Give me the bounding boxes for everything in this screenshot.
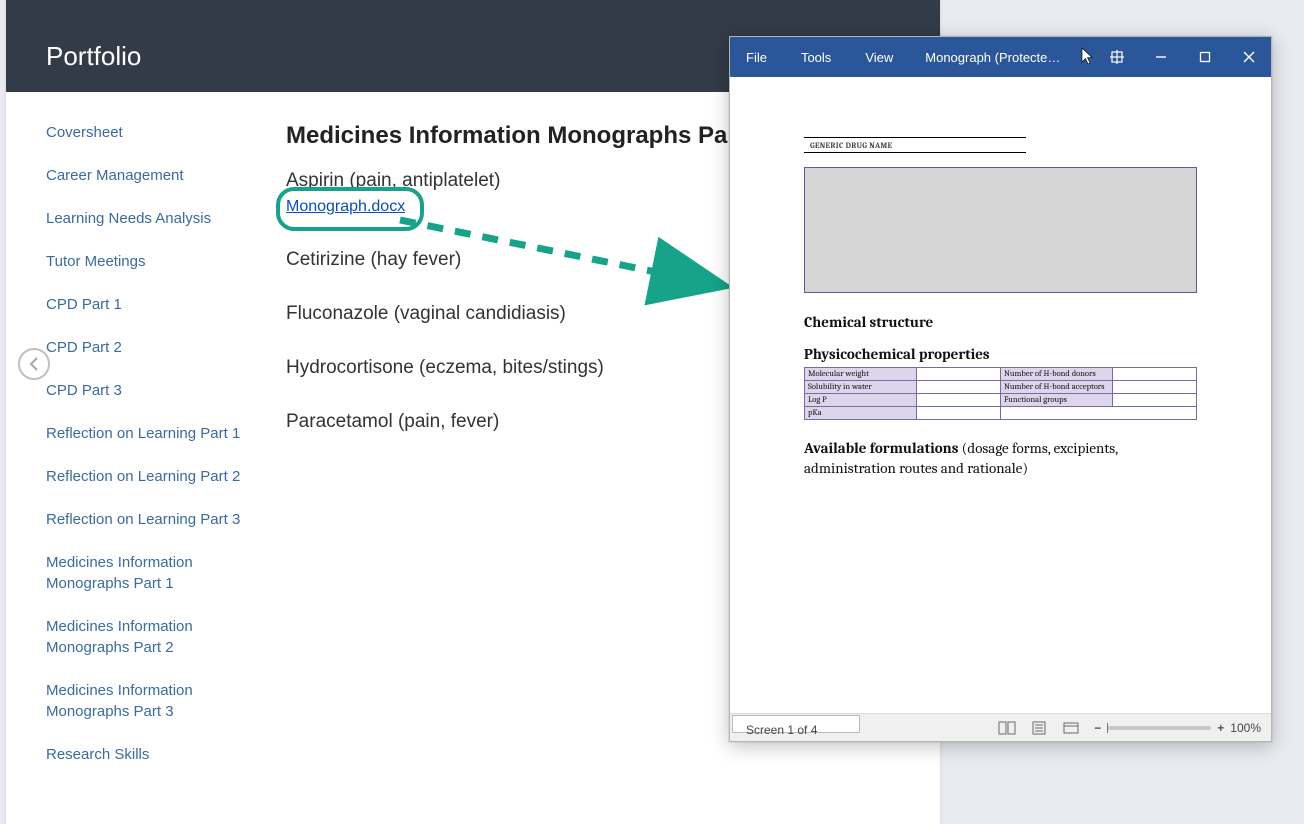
table-row: Solubility in water Number of H-bond acc… <box>805 381 1197 394</box>
cell-value <box>1112 381 1196 394</box>
sidebar-item-monographs2[interactable]: Medicines Information Monographs Part 2 <box>46 616 246 658</box>
minimize-button[interactable] <box>1139 37 1183 77</box>
close-button[interactable] <box>1227 37 1271 77</box>
medicine-title: Paracetamol (pain, fever) <box>286 411 499 432</box>
sidebar-item-reflection1[interactable]: Reflection on Learning Part 1 <box>46 423 246 444</box>
medicine-title: Fluconazole (vaginal candidiasis) <box>286 303 566 324</box>
word-window: File Tools View Monograph (Protected… <box>729 36 1272 742</box>
maximize-button[interactable] <box>1183 37 1227 77</box>
sidebar-item-reflection3[interactable]: Reflection on Learning Part 3 <box>46 509 246 530</box>
cell-label: Number of H-bond acceptors <box>1000 381 1112 394</box>
document-page: GENERIC DRUG NAME Chemical structure Phy… <box>730 77 1271 479</box>
cell-label: Number of H-bond donors <box>1000 368 1112 381</box>
medicine-title: Aspirin (pain, antiplatelet) <box>286 170 500 191</box>
word-document-area[interactable]: GENERIC DRUG NAME Chemical structure Phy… <box>730 77 1271 713</box>
sidebar-item-reflection2[interactable]: Reflection on Learning Part 2 <box>46 466 246 487</box>
zoom-out-button[interactable]: − <box>1094 721 1101 735</box>
read-mode-icon[interactable] <box>998 720 1016 736</box>
sidebar: Coversheet Career Management Learning Ne… <box>46 122 246 787</box>
medicine-title: Hydrocortisone (eczema, bites/stings) <box>286 357 604 378</box>
cell-value <box>917 394 1001 407</box>
available-formulations-text: Available formulations (dosage forms, ex… <box>804 438 1197 479</box>
screen-indicator: Screen 1 of 4 <box>738 723 817 737</box>
generic-drug-name-label: GENERIC DRUG NAME <box>810 141 1197 150</box>
medicine-title: Cetirizine (hay fever) <box>286 249 461 270</box>
menu-view[interactable]: View <box>865 50 893 65</box>
sidebar-item-cpd2[interactable]: CPD Part 2 <box>46 337 246 358</box>
cell-label: Log P <box>805 394 917 407</box>
cell-value <box>917 407 1001 420</box>
print-layout-icon[interactable] <box>1030 720 1048 736</box>
word-status-bar: Screen 1 of 4 − + 100% <box>730 713 1271 741</box>
sidebar-item-cpd3[interactable]: CPD Part 3 <box>46 380 246 401</box>
cell-value <box>917 368 1001 381</box>
page-title: Portfolio <box>46 41 141 72</box>
document-title: Monograph (Protected… <box>925 50 1065 65</box>
cell-label: Molecular weight <box>805 368 917 381</box>
cell-label: Solubility in water <box>805 381 917 394</box>
fullscreen-button[interactable] <box>1095 37 1139 77</box>
sidebar-item-research-skills[interactable]: Research Skills <box>46 744 246 765</box>
image-placeholder <box>804 167 1197 293</box>
carousel-prev-button[interactable] <box>18 348 50 380</box>
cell-label: Functional groups <box>1000 394 1112 407</box>
table-row: Log P Functional groups <box>805 394 1197 407</box>
zoom-slider[interactable] <box>1107 726 1211 730</box>
word-titlebar: File Tools View Monograph (Protected… <box>730 37 1271 77</box>
sidebar-item-learning-needs[interactable]: Learning Needs Analysis <box>46 208 246 229</box>
menu-tools[interactable]: Tools <box>801 50 831 65</box>
cell-value <box>917 381 1001 394</box>
cell-value <box>1000 407 1196 420</box>
cell-value <box>1112 368 1196 381</box>
sidebar-item-monographs3[interactable]: Medicines Information Monographs Part 3 <box>46 680 246 722</box>
sidebar-item-monographs1[interactable]: Medicines Information Monographs Part 1 <box>46 552 246 594</box>
section-chemical-structure: Chemical structure <box>804 313 1197 331</box>
cell-value <box>1112 394 1196 407</box>
table-row: Molecular weight Number of H-bond donors <box>805 368 1197 381</box>
sidebar-item-coversheet[interactable]: Coversheet <box>46 122 246 143</box>
available-formulations-label: Available formulations <box>804 439 958 457</box>
section-physicochemical: Physicochemical properties <box>804 345 1197 363</box>
sidebar-item-tutor-meetings[interactable]: Tutor Meetings <box>46 251 246 272</box>
zoom-in-button[interactable]: + <box>1217 721 1224 735</box>
zoom-percent[interactable]: 100% <box>1230 721 1261 735</box>
menu-file[interactable]: File <box>746 50 767 65</box>
web-layout-icon[interactable] <box>1062 720 1080 736</box>
sidebar-item-cpd1[interactable]: CPD Part 1 <box>46 294 246 315</box>
table-row: pKa <box>805 407 1197 420</box>
monograph-link[interactable]: Monograph.docx <box>286 198 405 216</box>
cell-label: pKa <box>805 407 917 420</box>
sidebar-item-career-management[interactable]: Career Management <box>46 165 246 186</box>
cursor-icon <box>1080 47 1096 67</box>
properties-table: Molecular weight Number of H-bond donors… <box>804 367 1197 420</box>
